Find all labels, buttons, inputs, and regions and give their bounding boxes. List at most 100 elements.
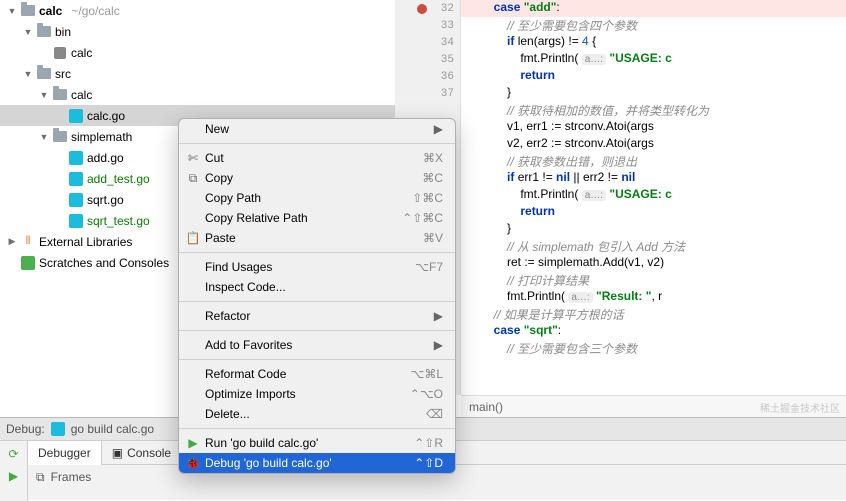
menu-item-label: Reformat Code [205, 367, 286, 381]
code-line[interactable]: // 获取待相加的数值，并将类型转化为 [461, 102, 846, 119]
menu-separator [179, 301, 455, 302]
gutter-line[interactable]: 37 [395, 85, 460, 102]
gutter-line[interactable]: 35 [395, 51, 460, 68]
code-line[interactable]: v1, err1 := strconv.Atoi(args [461, 119, 846, 136]
tree-item-calc[interactable]: ▼ calc [0, 84, 395, 105]
menu-item-shortcut: ⌘C [422, 171, 443, 185]
code-line[interactable]: fmt.Println( a…: "USAGE: c [461, 51, 846, 68]
code-line[interactable]: ret := simplemath.Add(v1, v2) [461, 255, 846, 272]
menu-item-shortcut: ⇧⌘C [412, 191, 443, 205]
tree-item-label: bin [55, 25, 71, 39]
menu-item-label: Debug 'go build calc.go' [205, 456, 332, 470]
menu-item-label: Paste [205, 231, 236, 245]
menu-item-label: Find Usages [205, 260, 272, 274]
code-line[interactable]: // 至少需要包含三个参数 [461, 340, 846, 357]
go-file-icon [68, 192, 84, 208]
breakpoint-icon[interactable] [417, 4, 427, 14]
menu-item-new[interactable]: New▶ [179, 119, 455, 139]
menu-item-shortcut: ⌘X [423, 151, 443, 165]
tree-arrow-icon[interactable]: ▼ [23, 69, 33, 79]
resume-button[interactable]: ▶ [4, 466, 24, 486]
gutter-line[interactable] [395, 102, 460, 119]
folder-icon [36, 24, 52, 40]
tree-item-label: calc.go [87, 109, 125, 123]
tree-item-calc[interactable]: ▼calc~/go/calc [0, 0, 395, 21]
code-line[interactable]: } [461, 221, 846, 238]
code-line[interactable]: // 获取参数出错，则退出 [461, 153, 846, 170]
debug-tab-debugger[interactable]: Debugger [28, 441, 102, 465]
code-line[interactable]: return [461, 204, 846, 221]
tree-item-bin[interactable]: ▼ bin [0, 21, 395, 42]
code-line[interactable]: case "sqrt": [461, 323, 846, 340]
context-menu[interactable]: New▶✄Cut⌘X⧉Copy⌘CCopy Path⇧⌘CCopy Relati… [178, 118, 456, 474]
gutter-line[interactable]: 36 [395, 68, 460, 85]
folder-icon [20, 3, 36, 19]
menu-item-label: New [205, 122, 229, 136]
menu-item-icon: ✄ [185, 151, 201, 165]
code-line[interactable]: fmt.Println( a…: "Result: ", r [461, 289, 846, 306]
code-line[interactable]: if len(args) != 4 { [461, 34, 846, 51]
code-line[interactable]: v2, err2 := strconv.Atoi(args [461, 136, 846, 153]
menu-item-copy-relative-path[interactable]: Copy Relative Path⌃⇧⌘C [179, 208, 455, 228]
menu-item-find-usages[interactable]: Find Usages ⌥F7 [179, 257, 455, 277]
tree-arrow-icon[interactable]: ▼ [39, 132, 49, 142]
menu-item-reformat-code[interactable]: Reformat Code ⌥⌘L [179, 364, 455, 384]
menu-item-icon: 📋 [185, 231, 201, 245]
gutter-line[interactable]: 32 [395, 0, 460, 17]
submenu-arrow-icon: ▶ [434, 338, 443, 352]
go-file-icon [68, 150, 84, 166]
code-line[interactable]: } [461, 85, 846, 102]
menu-separator [179, 143, 455, 144]
gutter-line[interactable]: 34 [395, 34, 460, 51]
menu-separator [179, 330, 455, 331]
tree-arrow-icon[interactable]: ▶ [7, 236, 17, 247]
code-line[interactable]: case "add": [461, 0, 846, 17]
breadcrumb-item[interactable]: main() [469, 400, 503, 414]
menu-item-debug-go-build-calc-go[interactable]: 🐞Debug 'go build calc.go'⌃⇧D [179, 453, 455, 473]
code-line[interactable]: // 打印计算结果 [461, 272, 846, 289]
menu-item-copy-path[interactable]: Copy Path⇧⌘C [179, 188, 455, 208]
debug-title: Debug: [6, 422, 45, 436]
debug-toolbar: ⟳ ▶ [0, 441, 28, 501]
menu-item-inspect-code[interactable]: Inspect Code... [179, 277, 455, 297]
go-icon [51, 422, 65, 436]
tree-item-label: calc [71, 88, 92, 102]
menu-item-paste[interactable]: 📋Paste⌘V [179, 228, 455, 248]
tree-item-path: ~/go/calc [71, 4, 119, 18]
menu-item-label: Inspect Code... [205, 280, 286, 294]
tree-item-label: src [55, 67, 71, 81]
menu-item-shortcut: ⌥⌘L [410, 367, 443, 381]
menu-item-cut[interactable]: ✄Cut⌘X [179, 148, 455, 168]
tree-item-calc[interactable]: calc [0, 42, 395, 63]
tree-arrow-icon[interactable]: ▼ [39, 90, 49, 100]
debug-tab-console[interactable]: ▣Console [102, 441, 182, 465]
menu-item-optimize-imports[interactable]: Optimize Imports⌃⌥O [179, 384, 455, 404]
code-line[interactable]: // 从 simplemath 包引入 Add 方法 [461, 238, 846, 255]
tree-arrow-icon[interactable]: ▼ [23, 27, 33, 37]
gutter-line[interactable]: 33 [395, 17, 460, 34]
menu-item-run-go-build-calc-go[interactable]: ▶Run 'go build calc.go'⌃⇧R [179, 433, 455, 453]
menu-item-shortcut: ⌫ [426, 407, 443, 421]
menu-item-label: Copy [205, 171, 233, 185]
code-line[interactable]: return [461, 68, 846, 85]
tree-arrow-icon[interactable]: ▼ [7, 6, 17, 16]
menu-separator [179, 428, 455, 429]
tree-item-src[interactable]: ▼ src [0, 63, 395, 84]
code-editor[interactable]: case "add": // 至少需要包含四个参数 if len(args) !… [461, 0, 846, 395]
code-line[interactable]: fmt.Println( a…: "USAGE: c [461, 187, 846, 204]
menu-item-add-to-favorites[interactable]: Add to Favorites▶ [179, 335, 455, 355]
frames-label[interactable]: Frames [51, 470, 92, 484]
menu-item-refactor[interactable]: Refactor▶ [179, 306, 455, 326]
tree-item-label: External Libraries [39, 235, 132, 249]
menu-item-delete[interactable]: Delete... ⌫ [179, 404, 455, 424]
code-line[interactable]: // 如果是计算平方根的话 [461, 306, 846, 323]
rerun-button[interactable]: ⟳ [4, 444, 24, 464]
menu-item-shortcut: ⌥F7 [415, 260, 443, 274]
code-line[interactable]: if err1 != nil || err2 != nil [461, 170, 846, 187]
folder-icon [52, 129, 68, 145]
go-file-icon [68, 171, 84, 187]
code-line[interactable]: // 至少需要包含四个参数 [461, 17, 846, 34]
menu-item-label: Delete... [205, 407, 250, 421]
menu-item-shortcut: ⌃⇧⌘C [402, 211, 443, 225]
menu-item-copy[interactable]: ⧉Copy⌘C [179, 168, 455, 188]
